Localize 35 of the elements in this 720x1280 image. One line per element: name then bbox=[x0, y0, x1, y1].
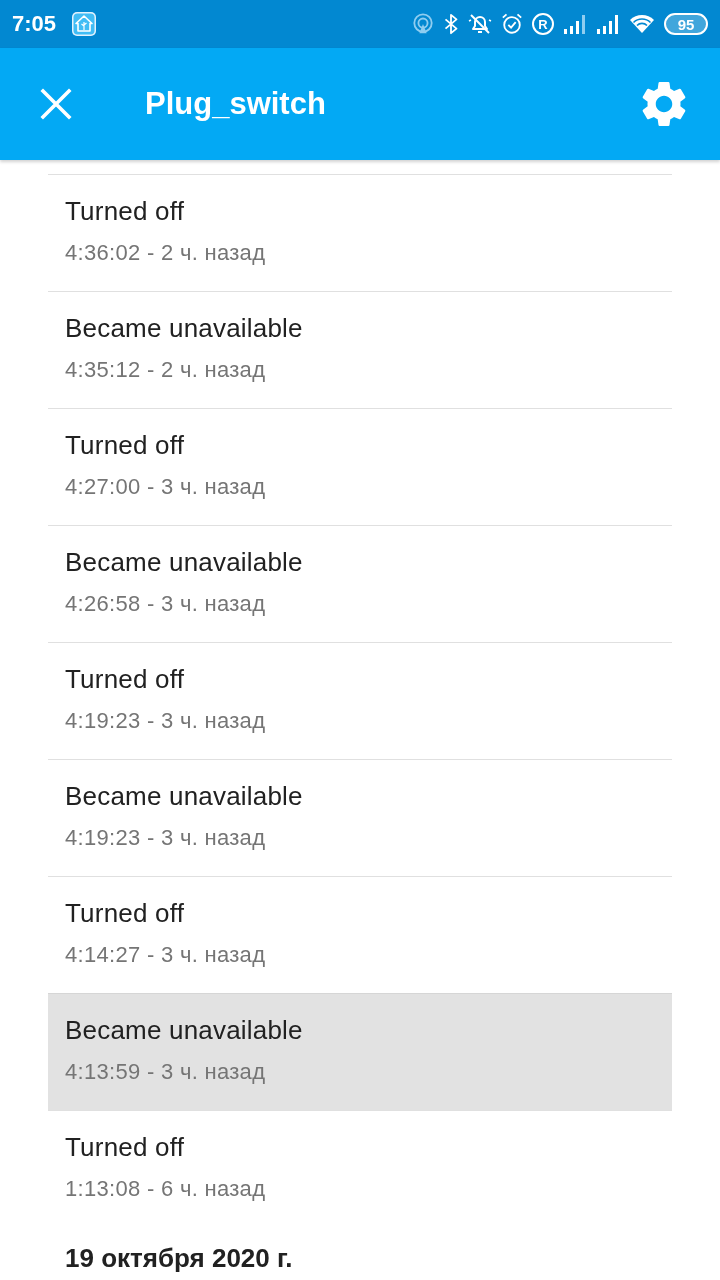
settings-icon bbox=[642, 82, 686, 126]
roaming-indicator: R bbox=[532, 13, 554, 35]
bluetooth-icon bbox=[443, 13, 459, 35]
event-title: Turned off bbox=[65, 897, 186, 930]
event-title: Became unavailable bbox=[65, 780, 304, 813]
event-time: 4:36:02 - 2 ч. назад bbox=[65, 239, 267, 267]
battery-indicator: 95 bbox=[664, 13, 708, 35]
event-title: Became unavailable bbox=[65, 546, 304, 579]
event-time: 4:19:23 - 3 ч. назад bbox=[65, 824, 267, 852]
event-title: Became unavailable bbox=[65, 312, 304, 345]
event-time: 4:19:23 - 3 ч. назад bbox=[65, 707, 267, 735]
close-icon bbox=[40, 88, 72, 120]
alarm-clock-icon bbox=[501, 13, 523, 35]
event-title: Became unavailable bbox=[65, 1014, 304, 1047]
event-time: 4:26:58 - 3 ч. назад bbox=[65, 590, 267, 618]
event-time: 4:13:59 - 3 ч. назад bbox=[65, 1058, 267, 1086]
event-time: 4:14:27 - 3 ч. назад bbox=[65, 941, 267, 969]
wifi-icon bbox=[629, 14, 655, 34]
event-time: 1:13:08 - 6 ч. назад bbox=[65, 1175, 267, 1203]
page-title: Plug_switch bbox=[145, 85, 327, 123]
hotspot-icon bbox=[412, 13, 434, 35]
event-title: Turned off bbox=[65, 429, 186, 462]
event-time: 4:35:12 - 2 ч. назад bbox=[65, 356, 267, 384]
bell-off-icon bbox=[468, 13, 492, 35]
signal-icon bbox=[596, 14, 620, 34]
status-time: 7:05 bbox=[12, 13, 57, 35]
event-title: Turned off bbox=[65, 663, 186, 696]
event-title: Turned off bbox=[65, 195, 186, 228]
event-title: Turned off bbox=[65, 1131, 186, 1164]
signal-icon bbox=[563, 14, 587, 34]
event-time: 4:27:00 - 3 ч. назад bbox=[65, 473, 267, 501]
history-item[interactable]: Became unavailable 4:13:59 - 3 ч. назад bbox=[48, 993, 672, 1110]
settings-button[interactable] bbox=[642, 82, 686, 126]
house-app-icon bbox=[72, 12, 97, 36]
date-heading: 19 октября 2020 г. bbox=[64, 1242, 294, 1274]
